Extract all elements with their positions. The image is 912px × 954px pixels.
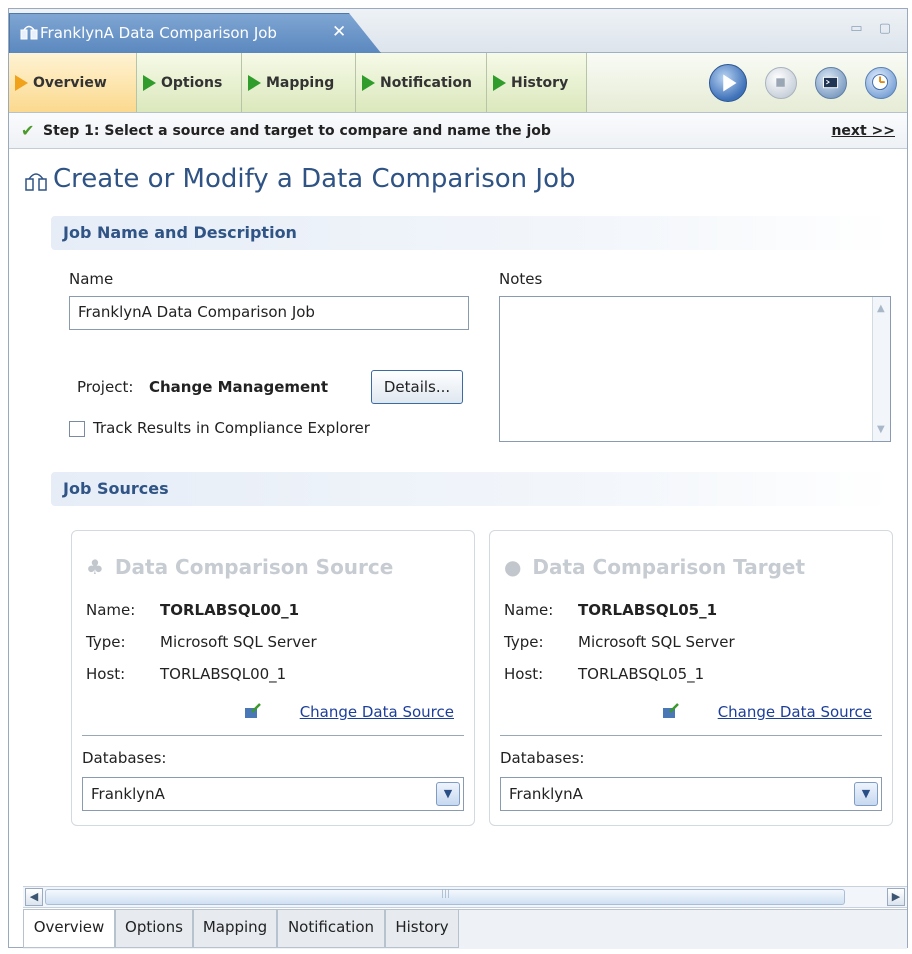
- step-options[interactable]: Options: [137, 53, 242, 112]
- source-host-value: TORLABSQL00_1: [160, 665, 287, 683]
- step-arrow-icon: [143, 74, 156, 91]
- horizontal-scrollbar[interactable]: ◀ ||| ▶: [23, 886, 907, 908]
- step-mapping[interactable]: Mapping: [242, 53, 356, 112]
- scroll-down-icon[interactable]: ▼: [877, 424, 885, 435]
- target-name-label: Name:: [504, 601, 554, 619]
- job-sources-section-header: Job Sources: [51, 472, 891, 506]
- step-instruction-bar: ✔ Step 1: Select a source and target to …: [9, 113, 907, 149]
- chevron-down-icon[interactable]: ▼: [854, 782, 878, 806]
- section-heading: Job Name and Description: [63, 223, 297, 242]
- target-title-text: Data Comparison Target: [532, 555, 806, 579]
- overview-page: Create or Modify a Data Comparison Job J…: [9, 150, 907, 882]
- target-icon: ●: [504, 555, 522, 579]
- step-arrow-icon: [493, 74, 506, 91]
- source-type-value: Microsoft SQL Server: [160, 633, 317, 651]
- job-icon: [20, 25, 38, 40]
- source-host-label: Host:: [86, 665, 126, 683]
- tab-options[interactable]: Options: [115, 910, 193, 948]
- target-host-value: TORLABSQL05_1: [578, 665, 705, 683]
- job-editor-tab[interactable]: FranklynA Data Comparison Job ✕: [9, 13, 381, 53]
- target-host-label: Host:: [504, 665, 544, 683]
- source-databases-label: Databases:: [82, 749, 167, 767]
- section-heading: Job Sources: [63, 479, 169, 498]
- step-overview[interactable]: Overview: [9, 53, 137, 112]
- target-database-select[interactable]: FranklynA ▼: [500, 777, 882, 811]
- step-arrow-icon: [248, 74, 261, 91]
- track-results-label: Track Results in Compliance Explorer: [93, 419, 370, 437]
- job-tab-title: FranklynA Data Comparison Job: [40, 24, 277, 42]
- editor-window: FranklynA Data Comparison Job ✕ ▭ ▢ Over…: [8, 8, 908, 949]
- source-database-value: FranklynA: [91, 785, 165, 803]
- tab-mapping[interactable]: Mapping: [193, 910, 277, 948]
- step-label: History: [511, 74, 569, 91]
- scroll-left-icon[interactable]: ◀: [25, 888, 43, 906]
- data-target-card: ● Data Comparison Target Name: TORLABSQL…: [489, 530, 893, 826]
- source-name-label: Name:: [86, 601, 136, 619]
- step-arrow-icon: [15, 74, 28, 91]
- terminal-icon[interactable]: [815, 67, 847, 99]
- chevron-down-icon[interactable]: ▼: [436, 782, 460, 806]
- step-instruction: Step 1: Select a source and target to co…: [43, 123, 551, 139]
- project-value: Change Management: [149, 378, 329, 396]
- scroll-up-icon[interactable]: ▲: [877, 303, 885, 314]
- window-controls[interactable]: ▭ ▢: [850, 21, 897, 36]
- change-datasource-icon[interactable]: [662, 703, 680, 719]
- target-card-title: ● Data Comparison Target: [504, 555, 805, 579]
- checkmark-icon: ✔: [21, 121, 35, 140]
- source-card-title: ♣ Data Comparison Source: [86, 555, 393, 579]
- tab-history[interactable]: History: [385, 910, 459, 948]
- job-icon: [25, 173, 47, 191]
- change-source-link[interactable]: Change Data Source: [300, 703, 454, 721]
- source-title-text: Data Comparison Source: [114, 555, 394, 579]
- schedule-icon[interactable]: [865, 67, 897, 99]
- notes-textarea[interactable]: ▲ ▼: [499, 296, 891, 442]
- job-name-section-header: Job Name and Description: [51, 216, 891, 250]
- stop-job-icon[interactable]: [765, 67, 797, 99]
- divider: [82, 735, 464, 736]
- target-database-value: FranklynA: [509, 785, 583, 803]
- step-label: Options: [161, 74, 223, 91]
- step-notification[interactable]: Notification: [356, 53, 487, 112]
- project-label: Project:: [77, 378, 134, 396]
- target-type-label: Type:: [504, 633, 544, 651]
- source-name-value: TORLABSQL00_1: [160, 601, 300, 619]
- source-type-label: Type:: [86, 633, 126, 651]
- change-target-link[interactable]: Change Data Source: [718, 703, 872, 721]
- change-datasource-icon[interactable]: [244, 703, 262, 719]
- editor-tab-bar: FranklynA Data Comparison Job ✕ ▭ ▢: [9, 9, 907, 53]
- job-name-input[interactable]: FranklynA Data Comparison Job: [69, 296, 469, 330]
- divider: [500, 735, 882, 736]
- target-type-value: Microsoft SQL Server: [578, 633, 735, 651]
- step-toolbar: Overview Options Mapping Notification Hi…: [9, 53, 907, 113]
- tab-overview[interactable]: Overview: [23, 910, 115, 948]
- details-button[interactable]: Details...: [371, 370, 463, 404]
- step-history[interactable]: History: [487, 53, 587, 112]
- close-icon[interactable]: ✕: [332, 22, 346, 42]
- run-job-icon[interactable]: [709, 64, 747, 102]
- source-icon: ♣: [86, 555, 104, 579]
- step-arrow-icon: [362, 74, 375, 91]
- target-name-value: TORLABSQL05_1: [578, 601, 718, 619]
- page-title: Create or Modify a Data Comparison Job: [53, 164, 576, 194]
- name-label: Name: [69, 270, 114, 288]
- grip-icon: |||: [441, 889, 451, 899]
- bottom-tab-bar: Overview Options Mapping Notification Hi…: [23, 909, 907, 949]
- step-label: Overview: [33, 74, 107, 91]
- track-results-checkbox[interactable]: [69, 421, 85, 437]
- step-label: Notification: [380, 74, 473, 91]
- data-source-card: ♣ Data Comparison Source Name: TORLABSQL…: [71, 530, 475, 826]
- target-databases-label: Databases:: [500, 749, 585, 767]
- source-database-select[interactable]: FranklynA ▼: [82, 777, 464, 811]
- tab-notification[interactable]: Notification: [277, 910, 385, 948]
- next-link[interactable]: next >>: [831, 123, 895, 139]
- step-label: Mapping: [266, 74, 335, 91]
- scroll-right-icon[interactable]: ▶: [887, 888, 905, 906]
- notes-scrollbar[interactable]: ▲ ▼: [872, 297, 890, 441]
- notes-label: Notes: [499, 270, 543, 288]
